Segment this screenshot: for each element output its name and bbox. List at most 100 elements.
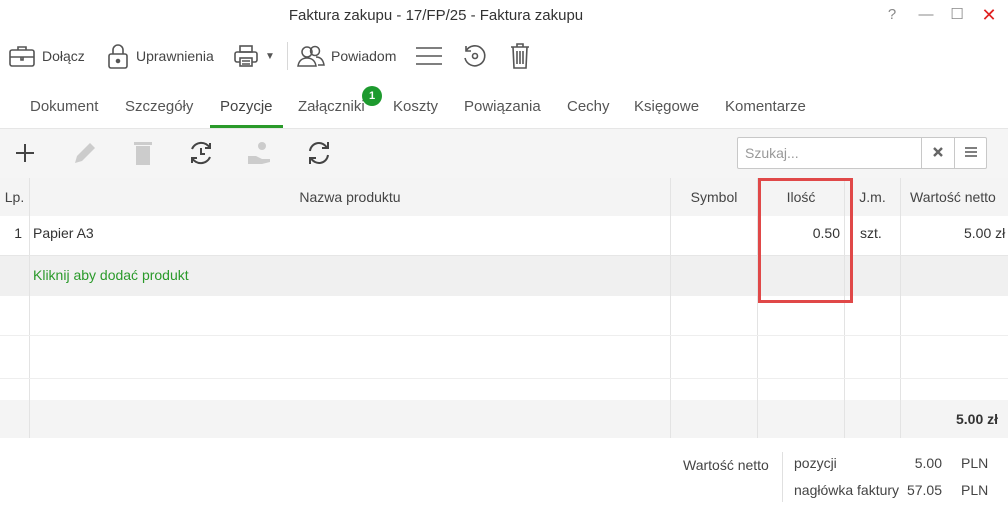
column-header-unit[interactable]: J.m. — [845, 178, 901, 216]
empty-grid-area — [0, 296, 1008, 400]
attach-label: Dołącz — [42, 48, 85, 64]
grid-cell — [30, 296, 671, 400]
grid-cell — [758, 256, 845, 296]
printer-icon — [233, 43, 259, 69]
add-product-row[interactable]: Kliknij aby dodać produkt — [0, 256, 1008, 296]
column-header-net-value[interactable]: Wartość netto — [901, 178, 1008, 216]
grid-cell — [758, 296, 845, 400]
sync-clock-icon — [187, 139, 215, 170]
row-divider — [0, 378, 1008, 379]
permissions-label: Uprawnienia — [136, 48, 214, 64]
reload-button[interactable] — [304, 139, 334, 169]
grid-cell — [671, 256, 758, 296]
plus-icon — [14, 142, 36, 167]
edit-position-button[interactable] — [70, 139, 100, 169]
row-symbol[interactable] — [671, 216, 758, 256]
grid-header: Lp. Nazwa produktu Symbol Ilość J.m. War… — [0, 178, 1008, 216]
grid-cell — [0, 256, 30, 296]
notify-button[interactable]: Powiadom — [297, 40, 396, 72]
menu-button[interactable] — [415, 40, 443, 72]
column-header-quantity[interactable]: Ilość — [758, 178, 845, 216]
tab-dokument[interactable]: Dokument — [30, 90, 98, 128]
search-options-button[interactable] — [954, 138, 987, 168]
tab-szczegoly[interactable]: Szczegóły — [125, 90, 193, 128]
summary-key: nagłówka faktury — [794, 482, 900, 498]
title-bar: Faktura zakupu - 17/FP/25 - Faktura zaku… — [0, 0, 1008, 32]
row-lp: 1 — [0, 216, 30, 256]
grid-cell — [671, 400, 758, 438]
column-header-name[interactable]: Nazwa produktu — [30, 178, 671, 216]
summary-row-positions: pozycji 5.00 PLN — [794, 455, 994, 475]
row-product-name[interactable]: Papier A3 — [30, 216, 671, 256]
toolbar: Dołącz Uprawnienia ▼ Powiadom — [0, 36, 1008, 76]
permissions-button[interactable]: Uprawnienia — [106, 40, 214, 72]
delete-position-button[interactable] — [128, 139, 158, 169]
minimize-button[interactable]: — — [911, 4, 941, 26]
grid-cell — [758, 400, 845, 438]
lock-icon — [106, 42, 130, 70]
grid-cell — [0, 296, 30, 400]
attachments-count-badge: 1 — [362, 86, 382, 106]
toolbar-divider — [287, 42, 288, 70]
price-hand-button[interactable] — [245, 139, 275, 169]
history-button[interactable] — [462, 40, 488, 72]
summary-divider — [782, 452, 783, 502]
tab-koszty[interactable]: Koszty — [393, 90, 438, 128]
trash-icon — [509, 42, 531, 70]
trash-icon — [132, 140, 154, 169]
close-icon — [932, 145, 944, 161]
sum-net-value: 5.00 zł — [901, 400, 1008, 438]
summary-currency: PLN — [961, 455, 989, 471]
tab-komentarze[interactable]: Komentarze — [725, 90, 806, 128]
table-row[interactable]: 1 Papier A3 0.50 szt. 5.00 zł — [0, 216, 1008, 256]
tab-ksiegowe[interactable]: Księgowe — [634, 90, 699, 128]
row-divider — [0, 335, 1008, 336]
attach-button[interactable]: Dołącz — [8, 40, 85, 72]
grid-cell — [845, 296, 901, 400]
add-product-link[interactable]: Kliknij aby dodać produkt — [30, 256, 671, 296]
notify-label: Powiadom — [331, 48, 397, 64]
tab-zalaczniki[interactable]: Załączniki — [298, 90, 365, 128]
hand-coin-icon — [246, 140, 274, 169]
grid-summary-row: 5.00 zł — [0, 400, 1008, 438]
clear-search-button[interactable] — [921, 138, 954, 168]
tab-pozycje[interactable]: Pozycje — [210, 90, 283, 128]
refresh-icon — [305, 139, 333, 170]
tab-bar: Dokument Szczegóły Pozycje Załączniki 1 … — [0, 86, 1008, 128]
pencil-icon — [72, 140, 98, 169]
maximize-button[interactable]: ☐ — [942, 4, 972, 26]
search-input[interactable] — [738, 138, 921, 168]
refresh-prices-button[interactable] — [186, 139, 216, 169]
close-button[interactable]: ✕ — [974, 4, 1004, 26]
briefcase-attach-icon — [8, 43, 36, 69]
column-header-lp[interactable]: Lp. — [0, 178, 30, 216]
grid-cell — [845, 400, 901, 438]
add-position-button[interactable] — [10, 139, 40, 169]
row-quantity[interactable]: 0.50 — [758, 216, 845, 256]
help-button[interactable]: ? — [877, 4, 907, 26]
summary-key: pozycji — [794, 455, 837, 471]
row-unit[interactable]: szt. — [845, 216, 901, 256]
history-icon — [462, 43, 488, 69]
grid-cell — [0, 400, 30, 438]
print-button[interactable]: ▼ — [233, 40, 275, 72]
summary-panel: Wartość netto pozycji 5.00 PLN nagłówka … — [0, 440, 1008, 512]
summary-label: Wartość netto — [683, 457, 769, 473]
summary-row-header: nagłówka faktury 57.05 PLN — [794, 482, 994, 502]
grid-cell — [30, 400, 671, 438]
list-menu-icon — [964, 145, 978, 161]
summary-value: 57.05 — [906, 482, 942, 498]
column-header-symbol[interactable]: Symbol — [671, 178, 758, 216]
grid-cell — [901, 296, 1008, 400]
search-box — [737, 137, 987, 169]
grid-cell — [671, 296, 758, 400]
tab-powiazania[interactable]: Powiązania — [464, 90, 541, 128]
grid-cell — [901, 256, 1008, 296]
tab-cechy[interactable]: Cechy — [567, 90, 610, 128]
row-net-value[interactable]: 5.00 zł — [901, 216, 1008, 256]
summary-value: 5.00 — [914, 455, 942, 471]
positions-action-bar — [0, 128, 1008, 178]
chevron-down-icon[interactable]: ▼ — [265, 51, 275, 62]
delete-document-button[interactable] — [509, 40, 531, 72]
grid-cell — [845, 256, 901, 296]
